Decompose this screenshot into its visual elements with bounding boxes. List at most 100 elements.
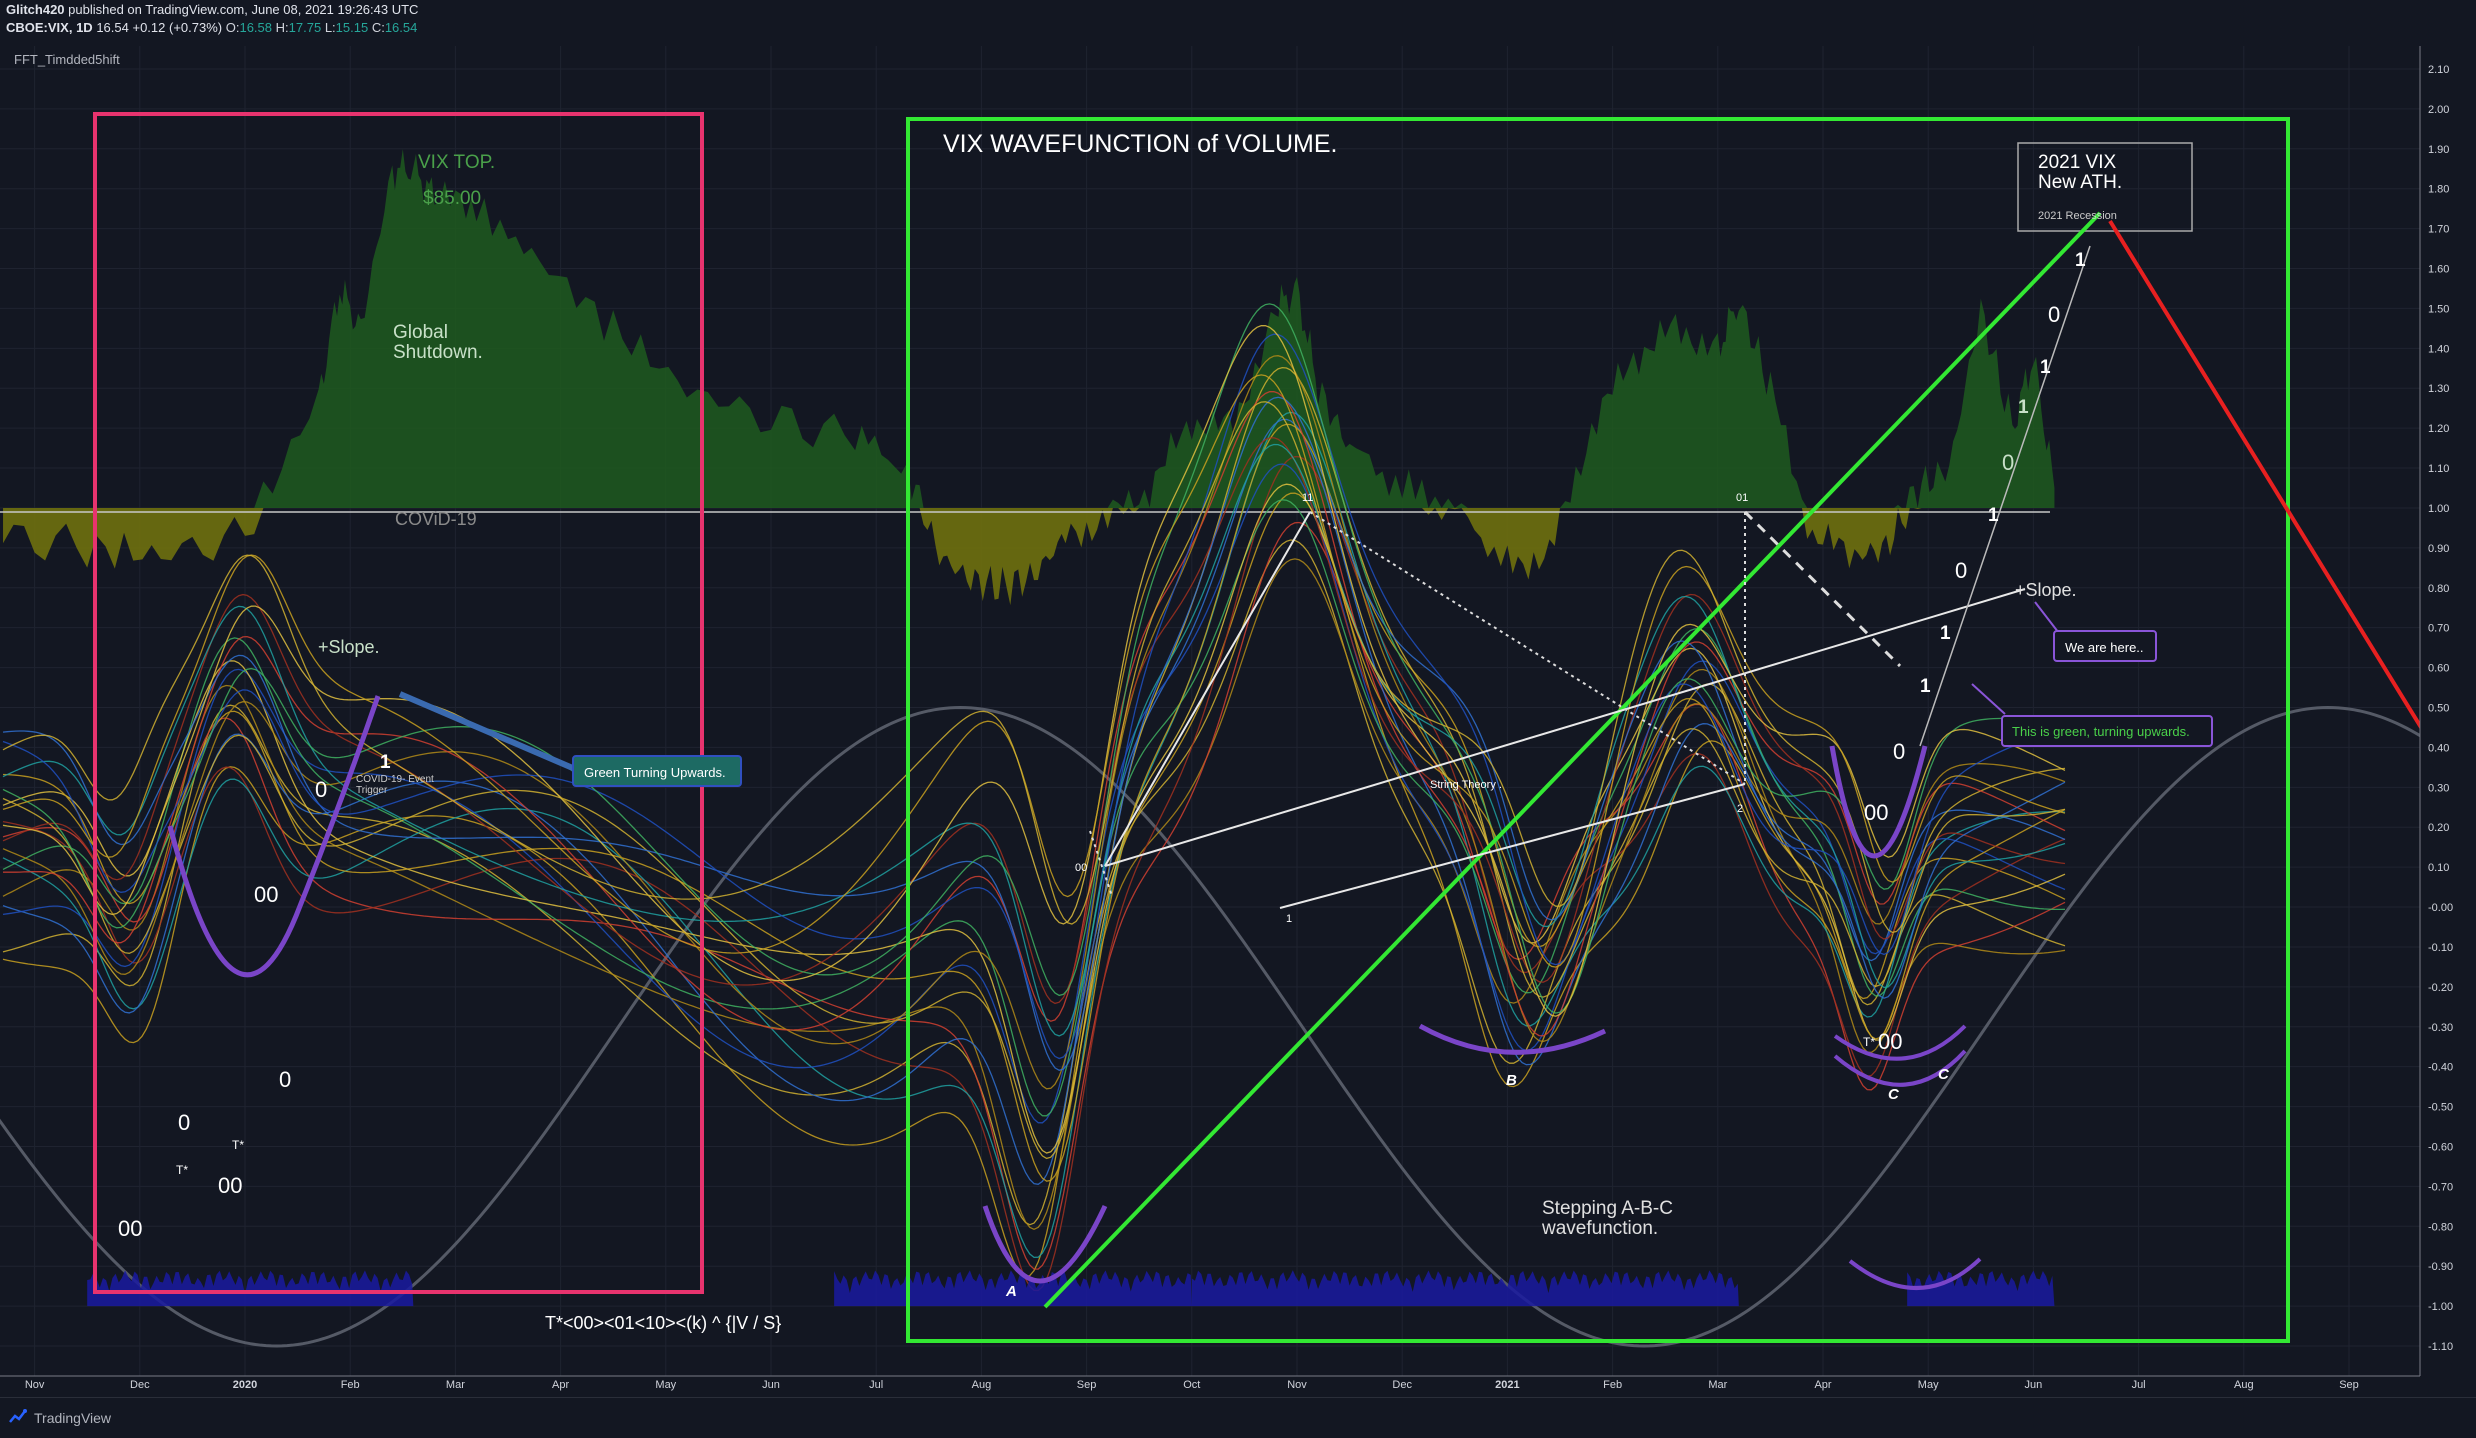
y-tick-label: 0.70 [2428, 623, 2449, 635]
point-label-00: 00 [1075, 862, 1087, 874]
callout-green-turning-text: Green Turning Upwards. [584, 765, 726, 780]
y-tick-label: -0.20 [2428, 982, 2453, 994]
callout-this-is-green-text: This is green, turning upwards. [2012, 724, 2190, 739]
publish-date: published on TradingView.com, June 08, 2… [68, 2, 419, 17]
y-tick-label: 0.80 [2428, 583, 2449, 595]
y-axis-ticks: 2.10 2.00 1.90 1.80 1.70 1.60 1.50 1.40 1.30 1.20… [2428, 64, 2453, 1353]
green-trend-line [1043, 211, 2102, 1309]
x-tick-label: Sep [2339, 1379, 2359, 1391]
callout-green-turning: Green Turning Upwards. [572, 755, 742, 787]
x-tick-label: Jul [2132, 1379, 2146, 1391]
x-tick-label: Oct [1183, 1379, 1200, 1391]
high-value: 17.75 [288, 20, 322, 35]
left-digit: T* [232, 1138, 244, 1152]
y-tick-label: 1.90 [2428, 144, 2449, 156]
slope-right-label: +Slope. [2015, 580, 2077, 600]
tradingview-logo-icon[interactable] [8, 1408, 28, 1426]
y-tick-label: -0.40 [2428, 1062, 2453, 1074]
x-tick-label: Apr [1814, 1379, 1831, 1391]
y-tick-label: 0.50 [2428, 703, 2449, 715]
y-tick-label: 1.00 [2428, 503, 2449, 515]
point-label-01: 01 [1736, 492, 1748, 504]
fft-area-above-baseline [3, 148, 2055, 508]
price-chart[interactable]: VIX TOP. $85.00 Global Shutdown. COViD-1… [0, 46, 2476, 1396]
x-tick-label: Jun [2025, 1379, 2043, 1391]
right-digit: 00 [1864, 800, 1888, 825]
y-tick-label: -1.10 [2428, 1341, 2453, 1353]
right-digit: 1 [1988, 505, 1999, 526]
y-tick-label: -0.50 [2428, 1102, 2453, 1114]
y-tick-label: -0.60 [2428, 1141, 2453, 1153]
wavefunction-strand [2, 521, 2066, 1270]
y-tick-label: 1.50 [2428, 303, 2449, 315]
y-tick-label: -0.00 [2428, 902, 2453, 914]
y-tick-label: 2.10 [2428, 64, 2449, 76]
slope-left-label: +Slope. [318, 637, 380, 657]
vix-top-price: $85.00 [423, 188, 481, 209]
x-tick-label: Dec [1392, 1379, 1412, 1391]
x-axis-ticks: Nov Dec 2020 Feb Mar Apr May Jun Jul Aug Sep Oct Nov… [25, 1379, 2359, 1391]
covid-trigger-line2: Trigger [356, 785, 388, 796]
zero-zero-right: 00 [1878, 1029, 1902, 1054]
price-change: +0.12 (+0.73%) [132, 20, 223, 35]
x-tick-label: May [1918, 1379, 1939, 1391]
y-tick-label: 1.30 [2428, 383, 2449, 395]
lower-channel-line [1279, 783, 1746, 909]
x-tick-label: Feb [1603, 1379, 1622, 1391]
y-tick-label: 1.20 [2428, 423, 2449, 435]
right-digit: 0 [1893, 739, 1905, 764]
formula-label: T*<00><01<10><(k) ^ {|V / S} [545, 1313, 781, 1333]
wavefunction-strand [2, 539, 2066, 1226]
y-tick-label: -0.10 [2428, 942, 2453, 954]
y-tick-label: 1.70 [2428, 224, 2449, 236]
left-digit: 0 [315, 777, 327, 802]
y-tick-label: 0.30 [2428, 782, 2449, 794]
y-tick-label: -0.80 [2428, 1221, 2453, 1233]
symbol-label[interactable]: CBOE:VIX, 1D [6, 20, 93, 35]
point-label-2: 2 [1737, 803, 1743, 815]
close-value: 16.54 [384, 20, 418, 35]
y-tick-label: 1.60 [2428, 264, 2449, 276]
point-label-1: 1 [1286, 913, 1292, 925]
stepping-line2: wavefunction. [1541, 1218, 1658, 1239]
global-shutdown-line1: Global [393, 322, 448, 343]
footer-brand[interactable]: TradingView [34, 1410, 111, 1426]
right-digit: 1 [1940, 623, 1951, 644]
covid-label: COViD-19 [395, 509, 477, 529]
left-digit: T* [176, 1163, 188, 1177]
author-name: Glitch420 [6, 2, 65, 17]
wave-label-c2: C [1938, 1066, 1950, 1083]
left-digit: 00 [254, 882, 278, 907]
indicator-name[interactable]: FFT_Timdded5hift [14, 52, 120, 67]
right-digit: 1 [2075, 250, 2086, 271]
right-digit: 1 [2040, 357, 2051, 378]
x-tick-label: Mar [1708, 1379, 1727, 1391]
low-label: L: [324, 20, 336, 35]
y-tick-label: -1.00 [2428, 1301, 2453, 1313]
y-tick-label: 2.00 [2428, 104, 2449, 116]
y-tick-label: 0.40 [2428, 742, 2449, 754]
x-tick-label: 2020 [233, 1379, 257, 1391]
y-tick-label: 0.20 [2428, 822, 2449, 834]
open-label: O: [225, 20, 240, 35]
ath-line3: 2021 Recession [2038, 210, 2117, 222]
right-digit: 1 [1920, 676, 1931, 697]
ath-line2: New ATH. [2038, 172, 2122, 193]
covid-trigger-line1: COVID-19- Event [356, 774, 434, 785]
right-digit: 0 [2048, 302, 2060, 327]
y-tick-label: 1.40 [2428, 343, 2449, 355]
left-digit: 0 [178, 1110, 190, 1135]
x-tick-label: Nov [1287, 1379, 1307, 1391]
vix-top-label: VIX TOP. [418, 152, 495, 173]
x-tick-label: Mar [446, 1379, 465, 1391]
left-digit: 1 [380, 752, 391, 773]
y-tick-label: 1.10 [2428, 463, 2449, 475]
last-price: 16.54 [96, 20, 129, 35]
y-tick-label: -0.70 [2428, 1181, 2453, 1193]
wavefunction-title: VIX WAVEFUNCTION of VOLUME. [943, 130, 1338, 158]
symbol-ohlc-line: CBOE:VIX, 1D 16.54 +0.12 (+0.73%) O: 16.5… [6, 20, 417, 35]
callout-this-is-green: This is green, turning upwards. [2001, 715, 2213, 747]
x-tick-label: May [655, 1379, 676, 1391]
footer: TradingView [0, 1397, 2476, 1438]
right-digit: 0 [2002, 450, 2014, 475]
